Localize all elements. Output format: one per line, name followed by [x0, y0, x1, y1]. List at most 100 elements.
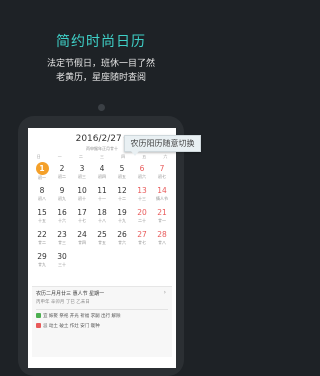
day-info-panel[interactable]: 农历二月月廿三 惠人节 星期一 › 丙申年 辛卯月 丁巳 乙未日 宜 嫁娶 祭祀…: [32, 286, 172, 357]
calendar-day[interactable]: 9 初九: [52, 184, 72, 206]
lunar-day: 廿四: [78, 240, 86, 245]
lunar-day: 初二: [58, 174, 66, 179]
calendar-day[interactable]: 6 初六: [132, 162, 152, 184]
calendar-day[interactable]: 21 廿一: [152, 206, 172, 228]
calendar-day[interactable]: 5 初五: [112, 162, 132, 184]
lunar-day: 二十: [138, 218, 146, 223]
selected-date: 2016/2/27: [75, 134, 122, 144]
chevron-right-icon: ›: [163, 289, 166, 296]
day-number: 13: [137, 186, 147, 195]
calendar-day-today[interactable]: 1 初一: [32, 162, 52, 184]
calendar-day[interactable]: 27 廿七: [132, 228, 152, 250]
lunar-day: 初六: [138, 174, 146, 179]
day-number: 20: [137, 208, 147, 217]
lunar-day: 廿一: [158, 218, 166, 223]
day-number: 16: [57, 208, 67, 217]
calendar-day[interactable]: 23 廿三: [52, 228, 72, 250]
calendar-day[interactable]: 17 十七: [72, 206, 92, 228]
phone-screen: 2016/2/27▼ 丙申猴年正月廿十 日一二三四五六 1初一2初二3初三4初四…: [28, 128, 176, 368]
promo-line-1: 法定节假日，班休一目了然: [46, 59, 155, 69]
day-number: 4: [99, 164, 105, 173]
calendar-day[interactable]: 10 初十: [72, 184, 92, 206]
day-number: 6: [139, 164, 145, 173]
lunar-day: 初七: [158, 174, 166, 179]
calendar-day[interactable]: 24 廿四: [72, 228, 92, 250]
weekday-label: 六: [163, 154, 168, 159]
lunar-day: 廿三: [58, 240, 66, 245]
calendar-day[interactable]: 15 十五: [32, 206, 52, 228]
day-number: 29: [37, 252, 47, 261]
day-number: 24: [77, 230, 87, 239]
calendar-day[interactable]: 28 廿八: [152, 228, 172, 250]
day-number: 10: [77, 186, 87, 195]
day-number: 21: [157, 208, 167, 217]
day-number: 23: [57, 230, 67, 239]
day-number: 14: [157, 186, 167, 195]
tooltip-pointer: [131, 151, 139, 156]
lunar-day: 情人节: [156, 196, 168, 201]
promo-headline: 简约时尚日历: [56, 34, 146, 50]
phone-camera: [98, 104, 105, 111]
yi-row: 宜 嫁娶 祭祀 开光 祈福 求嗣 出行 解除: [36, 313, 121, 319]
calendar-day[interactable]: 25 廿五: [92, 228, 112, 250]
calendar-day[interactable]: 11 十一: [92, 184, 112, 206]
calendar-day[interactable]: 29 廿九: [32, 250, 52, 272]
day-number: 17: [77, 208, 87, 217]
lunar-day: 初五: [118, 174, 126, 179]
day-number: 30: [57, 252, 67, 261]
calendar-day[interactable]: 26 廿六: [112, 228, 132, 250]
lunar-day: 初九: [58, 196, 66, 201]
lunar-day: 初三: [78, 174, 86, 179]
calendar-day[interactable]: 18 十八: [92, 206, 112, 228]
day-number: 28: [157, 230, 167, 239]
lunar-day: 十五: [38, 218, 46, 223]
day-number: 27: [137, 230, 147, 239]
calendar-day[interactable]: 2 初二: [52, 162, 72, 184]
ji-row: 忌 动土 破土 作灶 安门 栽种: [36, 323, 100, 329]
calendar-day[interactable]: 7 初七: [152, 162, 172, 184]
lunar-day: 廿六: [118, 240, 126, 245]
lunar-day: 三十: [58, 262, 66, 267]
day-number: 15: [37, 208, 47, 217]
lunar-day: 初一: [38, 175, 46, 180]
calendar-day[interactable]: 3 初三: [72, 162, 92, 184]
lunar-day: 廿七: [138, 240, 146, 245]
calendar-day[interactable]: 14 情人节: [152, 184, 172, 206]
weekday-header: 日一二三四五六: [28, 154, 176, 160]
weekday-label: 三: [99, 154, 104, 159]
calendar-day[interactable]: 4 初四: [92, 162, 112, 184]
day-number: 11: [97, 186, 107, 195]
calendar-day[interactable]: 12 十二: [112, 184, 132, 206]
info-detail: 丙申年 辛卯月 丁巳 乙未日: [36, 300, 90, 305]
ji-text: 忌 动土 破土 作灶 安门 栽种: [43, 324, 100, 329]
calendar-grid: 1 初一 2 初二 3 初三 4 初四 5 初五 6 初六 7 初七 8 初八 9 初九 10 初十 11 十一 12 十二 1…: [32, 162, 172, 272]
ji-tag-icon: [36, 323, 41, 328]
calendar-day[interactable]: 22 廿二: [32, 228, 52, 250]
lunar-day: 初四: [98, 174, 106, 179]
lunar-day: 十一: [98, 196, 106, 201]
lunar-day: 十六: [58, 218, 66, 223]
day-number: 2: [59, 164, 65, 173]
lunar-day: 十九: [118, 218, 126, 223]
day-number: 18: [97, 208, 107, 217]
lunar-day: 初十: [78, 196, 86, 201]
day-number: 3: [79, 164, 85, 173]
day-number: 9: [59, 186, 65, 195]
promo-line-2: 老黄历，星座随时查阅: [55, 73, 146, 83]
lunar-day: 廿五: [98, 240, 106, 245]
calendar-day[interactable]: 8 初八: [32, 184, 52, 206]
tooltip-text: 农历阳历随意切换: [130, 139, 195, 148]
day-number: 26: [117, 230, 127, 239]
lunar-day: 十八: [98, 218, 106, 223]
calendar-day[interactable]: 19 十九: [112, 206, 132, 228]
day-number: 8: [39, 186, 45, 195]
yi-text: 宜 嫁娶 祭祀 开光 祈福 求嗣 出行 解除: [43, 314, 121, 319]
weekday-label: 一: [57, 154, 62, 159]
calendar-day[interactable]: 20 二十: [132, 206, 152, 228]
weekday-label: 二: [78, 154, 83, 159]
lunar-day: 廿九: [38, 262, 46, 267]
day-number: 25: [97, 230, 107, 239]
calendar-day[interactable]: 16 十六: [52, 206, 72, 228]
calendar-day[interactable]: 30 三十: [52, 250, 72, 272]
calendar-day[interactable]: 13 十三: [132, 184, 152, 206]
